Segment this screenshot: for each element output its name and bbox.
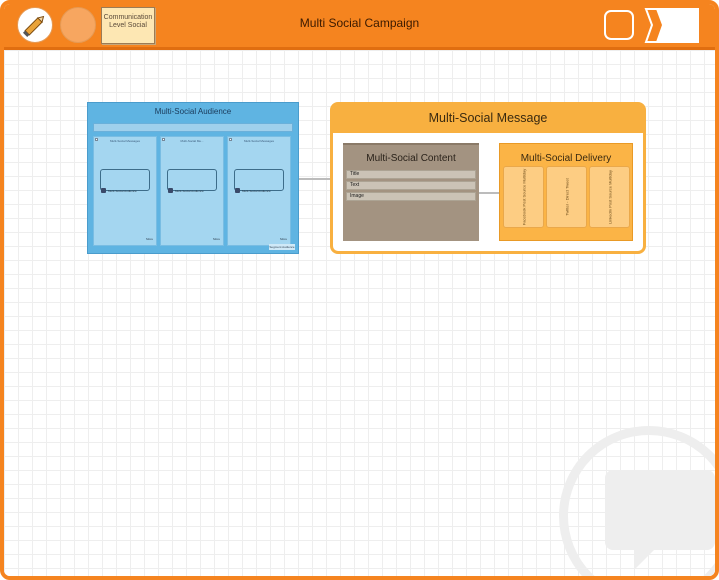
chat-bubble-tail xyxy=(634,548,656,570)
column-header: Multi-Social Me... xyxy=(180,139,204,143)
audience-shape xyxy=(100,169,150,191)
top-toolbar: Communication Level Social Multi Social … xyxy=(4,4,715,50)
delivery-card[interactable]: Facebook Post Source Multiday xyxy=(503,166,544,228)
column-header: Multi-Social Messages xyxy=(243,139,274,143)
pencil-icon xyxy=(22,15,45,38)
twitter-icon xyxy=(168,188,173,193)
circle-button[interactable] xyxy=(60,7,96,43)
column-header: Multi-Social Messages xyxy=(109,139,140,143)
delivery-card-label: Twitter - Direct Tweet xyxy=(564,178,569,216)
multi-social-message-block[interactable]: Multi-Social Message Multi-Social Conten… xyxy=(330,102,646,254)
audience-title: Multi-Social Audience xyxy=(154,107,232,116)
delivery-card-label: LinkedIn Post Source Multiday xyxy=(607,169,612,225)
multi-social-audience-block[interactable]: Multi-Social Audience Multi-Social Messa… xyxy=(87,102,299,254)
content-field-image[interactable]: Image xyxy=(346,192,476,201)
sticky-note-button[interactable]: Communication Level Social xyxy=(101,7,155,44)
page-title: Multi Social Campaign xyxy=(299,16,420,30)
app-window: Communication Level Social Multi Social … xyxy=(0,0,719,580)
connector-line xyxy=(299,178,330,180)
message-title: Multi-Social Message xyxy=(428,111,548,125)
audience-column[interactable]: Multi-Social Messages Multi-Social Audie… xyxy=(93,136,157,246)
multi-social-delivery-block[interactable]: Multi-Social Delivery Facebook Post Sour… xyxy=(499,143,633,241)
more-link[interactable]: More xyxy=(280,237,287,241)
arrow-icon[interactable] xyxy=(644,7,702,44)
message-header: Multi-Social Message xyxy=(333,105,643,133)
edit-button[interactable] xyxy=(17,7,53,43)
facebook-icon xyxy=(101,188,106,193)
more-link[interactable]: More xyxy=(146,237,153,241)
content-title: Multi-Social Content xyxy=(366,153,456,164)
connector-line xyxy=(479,192,499,194)
audience-shape xyxy=(167,169,217,191)
audience-column[interactable]: Multi-Social Me... Multi-Social Audience… xyxy=(160,136,224,246)
multi-social-content-block[interactable]: Multi-Social Content Title Text Image xyxy=(343,143,479,241)
delivery-card[interactable]: Twitter - Direct Tweet xyxy=(546,166,587,228)
audience-shape xyxy=(234,169,284,191)
audience-column[interactable]: Multi-Social Messages Multi-Social Audie… xyxy=(227,136,291,246)
delivery-card-label: Facebook Post Source Multiday xyxy=(521,168,526,226)
note-label: Communication Level Social xyxy=(103,14,153,29)
chat-bubble-icon xyxy=(605,470,715,550)
linkedin-icon xyxy=(235,188,240,193)
diagram-canvas[interactable]: Multi-Social Audience Multi-Social Messa… xyxy=(4,50,715,576)
more-link[interactable]: More xyxy=(213,237,220,241)
delivery-title: Multi-Social Delivery xyxy=(520,153,612,164)
content-field-title[interactable]: Title xyxy=(346,170,476,179)
square-button[interactable] xyxy=(604,10,634,40)
column-label: Multi-Social Audience xyxy=(175,189,204,193)
segment-badge: Segment Audience xyxy=(269,244,295,250)
delivery-card[interactable]: LinkedIn Post Source Multiday xyxy=(589,166,630,228)
column-label: Multi-Social Audience xyxy=(108,189,137,193)
audience-header-bar xyxy=(93,123,293,132)
column-label: Multi-Social Audience xyxy=(242,189,271,193)
content-field-text[interactable]: Text xyxy=(346,181,476,190)
